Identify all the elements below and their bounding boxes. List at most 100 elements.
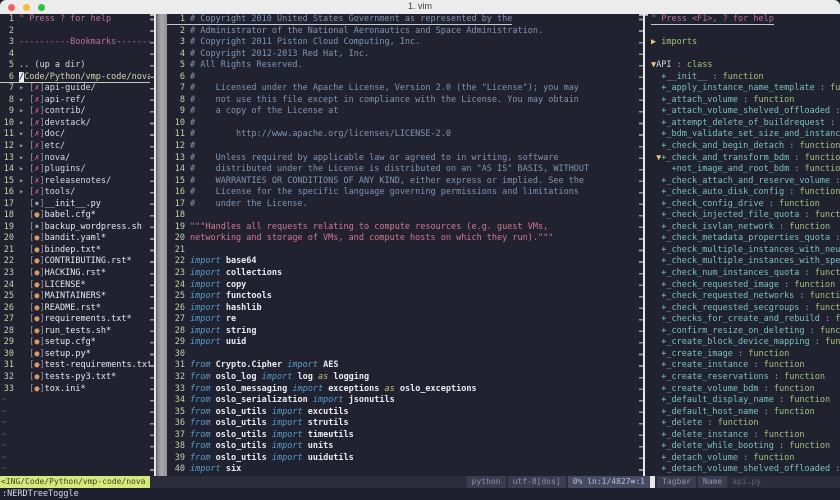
tree-item[interactable]: 31 [●]test-requirements.txt* bbox=[0, 360, 150, 372]
code-line[interactable]: 22import base64 bbox=[167, 256, 639, 268]
tag-entry[interactable]: +_check_and_begin_detach : function bbox=[651, 141, 840, 153]
code-line[interactable]: 35from oslo_utils import excutils bbox=[167, 407, 639, 419]
tag-entry[interactable]: +_check_multiple_instances_with_speci bbox=[651, 256, 840, 268]
tagbar-line[interactable] bbox=[651, 49, 840, 61]
tree-item[interactable]: 1" Press ? for help bbox=[0, 14, 150, 26]
tree-item[interactable]: 16▸ [✗]tools/ bbox=[0, 187, 150, 199]
tree-item[interactable]: 23 [●]HACKING.rst* bbox=[0, 268, 150, 280]
code-line[interactable]: 37from oslo_utils import timeutils bbox=[167, 430, 639, 442]
tag-entry[interactable]: +_create_reservations : function bbox=[651, 372, 840, 384]
code-line[interactable]: 16# License for the specific language go… bbox=[167, 187, 639, 199]
tree-item[interactable]: 18 [●]babel.cfg* bbox=[0, 210, 150, 222]
tree-item[interactable]: 22 [●]CONTRIBUTING.rst* bbox=[0, 256, 150, 268]
code-line[interactable]: 8# not use this file except in complianc… bbox=[167, 95, 639, 107]
command-line[interactable]: :NERDTreeToggle bbox=[0, 488, 840, 500]
tree-item[interactable]: 2 bbox=[0, 26, 150, 38]
code-line[interactable]: 26import hashlib bbox=[167, 303, 639, 315]
code-line[interactable]: 4# Copyright 2012-2013 Red Hat, Inc. bbox=[167, 49, 639, 61]
code-line[interactable]: 2# Administrator of the National Aeronau… bbox=[167, 26, 639, 38]
code-line[interactable]: 15# WARRANTIES OR CONDITIONS OF ANY KIND… bbox=[167, 176, 639, 188]
code-line[interactable]: 6# bbox=[167, 72, 639, 84]
tree-item[interactable]: 11▸ [✗]doc/ bbox=[0, 129, 150, 141]
tag-entry[interactable]: +_delete : function bbox=[651, 418, 840, 430]
tag-entry[interactable]: +_checks_for_create_and_rebuild : fun bbox=[651, 314, 840, 326]
tag-entry[interactable]: +_check_isvlan_network : function bbox=[651, 222, 840, 234]
tagbar-line[interactable]: ▼API : class bbox=[651, 60, 840, 72]
code-line[interactable]: 10# bbox=[167, 118, 639, 130]
tag-entry[interactable]: +_create_block_device_mapping : funct bbox=[651, 337, 840, 349]
tag-entry[interactable]: +__init__ : function bbox=[651, 72, 840, 84]
code-line[interactable]: 1# Copyright 2010 United States Governme… bbox=[167, 14, 639, 26]
tree-item[interactable]: 4 bbox=[0, 49, 150, 61]
code-line[interactable]: 7# Licensed under the Apache License, Ve… bbox=[167, 83, 639, 95]
tree-item[interactable]: ~ bbox=[0, 464, 150, 476]
tag-entry[interactable]: +_create_instance : function bbox=[651, 360, 840, 372]
tagbar-line[interactable]: ▶ imports bbox=[651, 37, 840, 49]
tag-entry[interactable]: +_attach_volume : function bbox=[651, 95, 840, 107]
tree-item[interactable]: 27 [●]requirements.txt* bbox=[0, 314, 150, 326]
tree-item[interactable]: 3----------Bookmarks------- bbox=[0, 37, 150, 49]
code-line[interactable]: 5# All Rights Reserved. bbox=[167, 60, 639, 72]
tree-item[interactable]: 21 [●]bindep.txt* bbox=[0, 245, 150, 257]
tag-entry[interactable]: +_check_requested_image : function bbox=[651, 280, 840, 292]
tree-item[interactable]: 17 [✶]__init__.py bbox=[0, 199, 150, 211]
code-line[interactable]: 30 bbox=[167, 349, 639, 361]
tag-entry[interactable]: +_attach_volume_shelved_offloaded : f bbox=[651, 106, 840, 118]
code-line[interactable]: 13# Unless required by applicable law or… bbox=[167, 153, 639, 165]
tag-entry[interactable]: +_check_injected_file_quota : functio bbox=[651, 210, 840, 222]
tag-entry[interactable]: +_delete_instance : function bbox=[651, 430, 840, 442]
tag-entry[interactable]: +_bdm_validate_set_size_and_instance bbox=[651, 129, 840, 141]
tag-entry[interactable]: +_create_volume_bdm : function bbox=[651, 384, 840, 396]
code-line[interactable]: 32from oslo_log import log as logging bbox=[167, 372, 639, 384]
tree-item[interactable]: 26 [●]README.rst* bbox=[0, 303, 150, 315]
tag-entry[interactable]: +_check_num_instances_quota : functio bbox=[651, 268, 840, 280]
tree-item[interactable]: 24 [●]LICENSE* bbox=[0, 280, 150, 292]
tree-item[interactable]: ~ bbox=[0, 418, 150, 430]
tag-entry[interactable]: +not_image_and_root_bdm : function bbox=[651, 164, 840, 176]
code-line[interactable]: 24import copy bbox=[167, 280, 639, 292]
tag-entry[interactable]: +_check_config_drive : function bbox=[651, 199, 840, 211]
tagbar-line[interactable] bbox=[651, 26, 840, 38]
tree-item[interactable]: ~ bbox=[0, 441, 150, 453]
tag-entry[interactable]: +_default_display_name : function bbox=[651, 395, 840, 407]
code-line[interactable]: 40import six bbox=[167, 464, 639, 476]
code-line[interactable]: 25import functools bbox=[167, 291, 639, 303]
code-line[interactable]: 27import re bbox=[167, 314, 639, 326]
tree-item[interactable]: 5.. (up a dir) bbox=[0, 60, 150, 72]
code-line[interactable]: 38from oslo_utils import units bbox=[167, 441, 639, 453]
tree-item[interactable]: 6/Code/Python/vmp-code/nova bbox=[0, 72, 150, 84]
tree-item[interactable]: 15▸ [✗]releasenotes/ bbox=[0, 176, 150, 188]
tree-item[interactable]: 14▸ [✗]plugins/ bbox=[0, 164, 150, 176]
code-line[interactable]: 31from Crypto.Cipher import AES bbox=[167, 360, 639, 372]
tree-item[interactable]: 12▸ [✗]etc/ bbox=[0, 141, 150, 153]
tree-item[interactable]: ~ bbox=[0, 407, 150, 419]
tree-item[interactable]: 10▸ [✗]devstack/ bbox=[0, 118, 150, 130]
tag-entry[interactable]: +_check_requested_secgroups : functio bbox=[651, 303, 840, 315]
code-line[interactable]: 14# distributed under the License is dis… bbox=[167, 164, 639, 176]
code-line[interactable]: 19"""Handles all requests relating to co… bbox=[167, 222, 639, 234]
tag-entry[interactable]: +_check_requested_networks : function bbox=[651, 291, 840, 303]
tree-item[interactable]: 8▸ [✗]api-ref/ bbox=[0, 95, 150, 107]
tag-entry[interactable]: +_detach_volume : function bbox=[651, 453, 840, 465]
tag-entry[interactable]: +_detach_volume_shelved_offloaded : f bbox=[651, 464, 840, 476]
tag-entry[interactable]: +_default_host_name : function bbox=[651, 407, 840, 419]
tag-entry[interactable]: +_delete_while_booting : function bbox=[651, 441, 840, 453]
code-line[interactable]: 18 bbox=[167, 210, 639, 222]
code-line[interactable]: 23import collections bbox=[167, 268, 639, 280]
tree-item[interactable]: 30 [●]setup.py* bbox=[0, 349, 150, 361]
tree-item[interactable]: 9▸ [✗]contrib/ bbox=[0, 106, 150, 118]
code-line[interactable]: 21 bbox=[167, 245, 639, 257]
tag-entry[interactable]: +_create_image : function bbox=[651, 349, 840, 361]
code-line[interactable]: 28import string bbox=[167, 326, 639, 338]
code-line[interactable]: 11# http://www.apache.org/licenses/LICEN… bbox=[167, 129, 639, 141]
code-line[interactable]: 9# a copy of the License at bbox=[167, 106, 639, 118]
tag-entry[interactable]: +_confirm_resize_on_deleting : functi bbox=[651, 326, 840, 338]
tree-item[interactable]: 29 [●]setup.cfg* bbox=[0, 337, 150, 349]
tag-entry[interactable]: +_check_attach_and_reserve_volume : f bbox=[651, 176, 840, 188]
tree-item[interactable]: ~ bbox=[0, 395, 150, 407]
tag-entry[interactable]: +_attempt_delete_of_buildrequest : fu bbox=[651, 118, 840, 130]
tree-item[interactable]: 25 [●]MAINTAINERS* bbox=[0, 291, 150, 303]
tree-item[interactable]: 20 [●]bandit.yaml* bbox=[0, 233, 150, 245]
tree-item[interactable]: ~ bbox=[0, 430, 150, 442]
code-line[interactable]: 33from oslo_messaging import exceptions … bbox=[167, 384, 639, 396]
